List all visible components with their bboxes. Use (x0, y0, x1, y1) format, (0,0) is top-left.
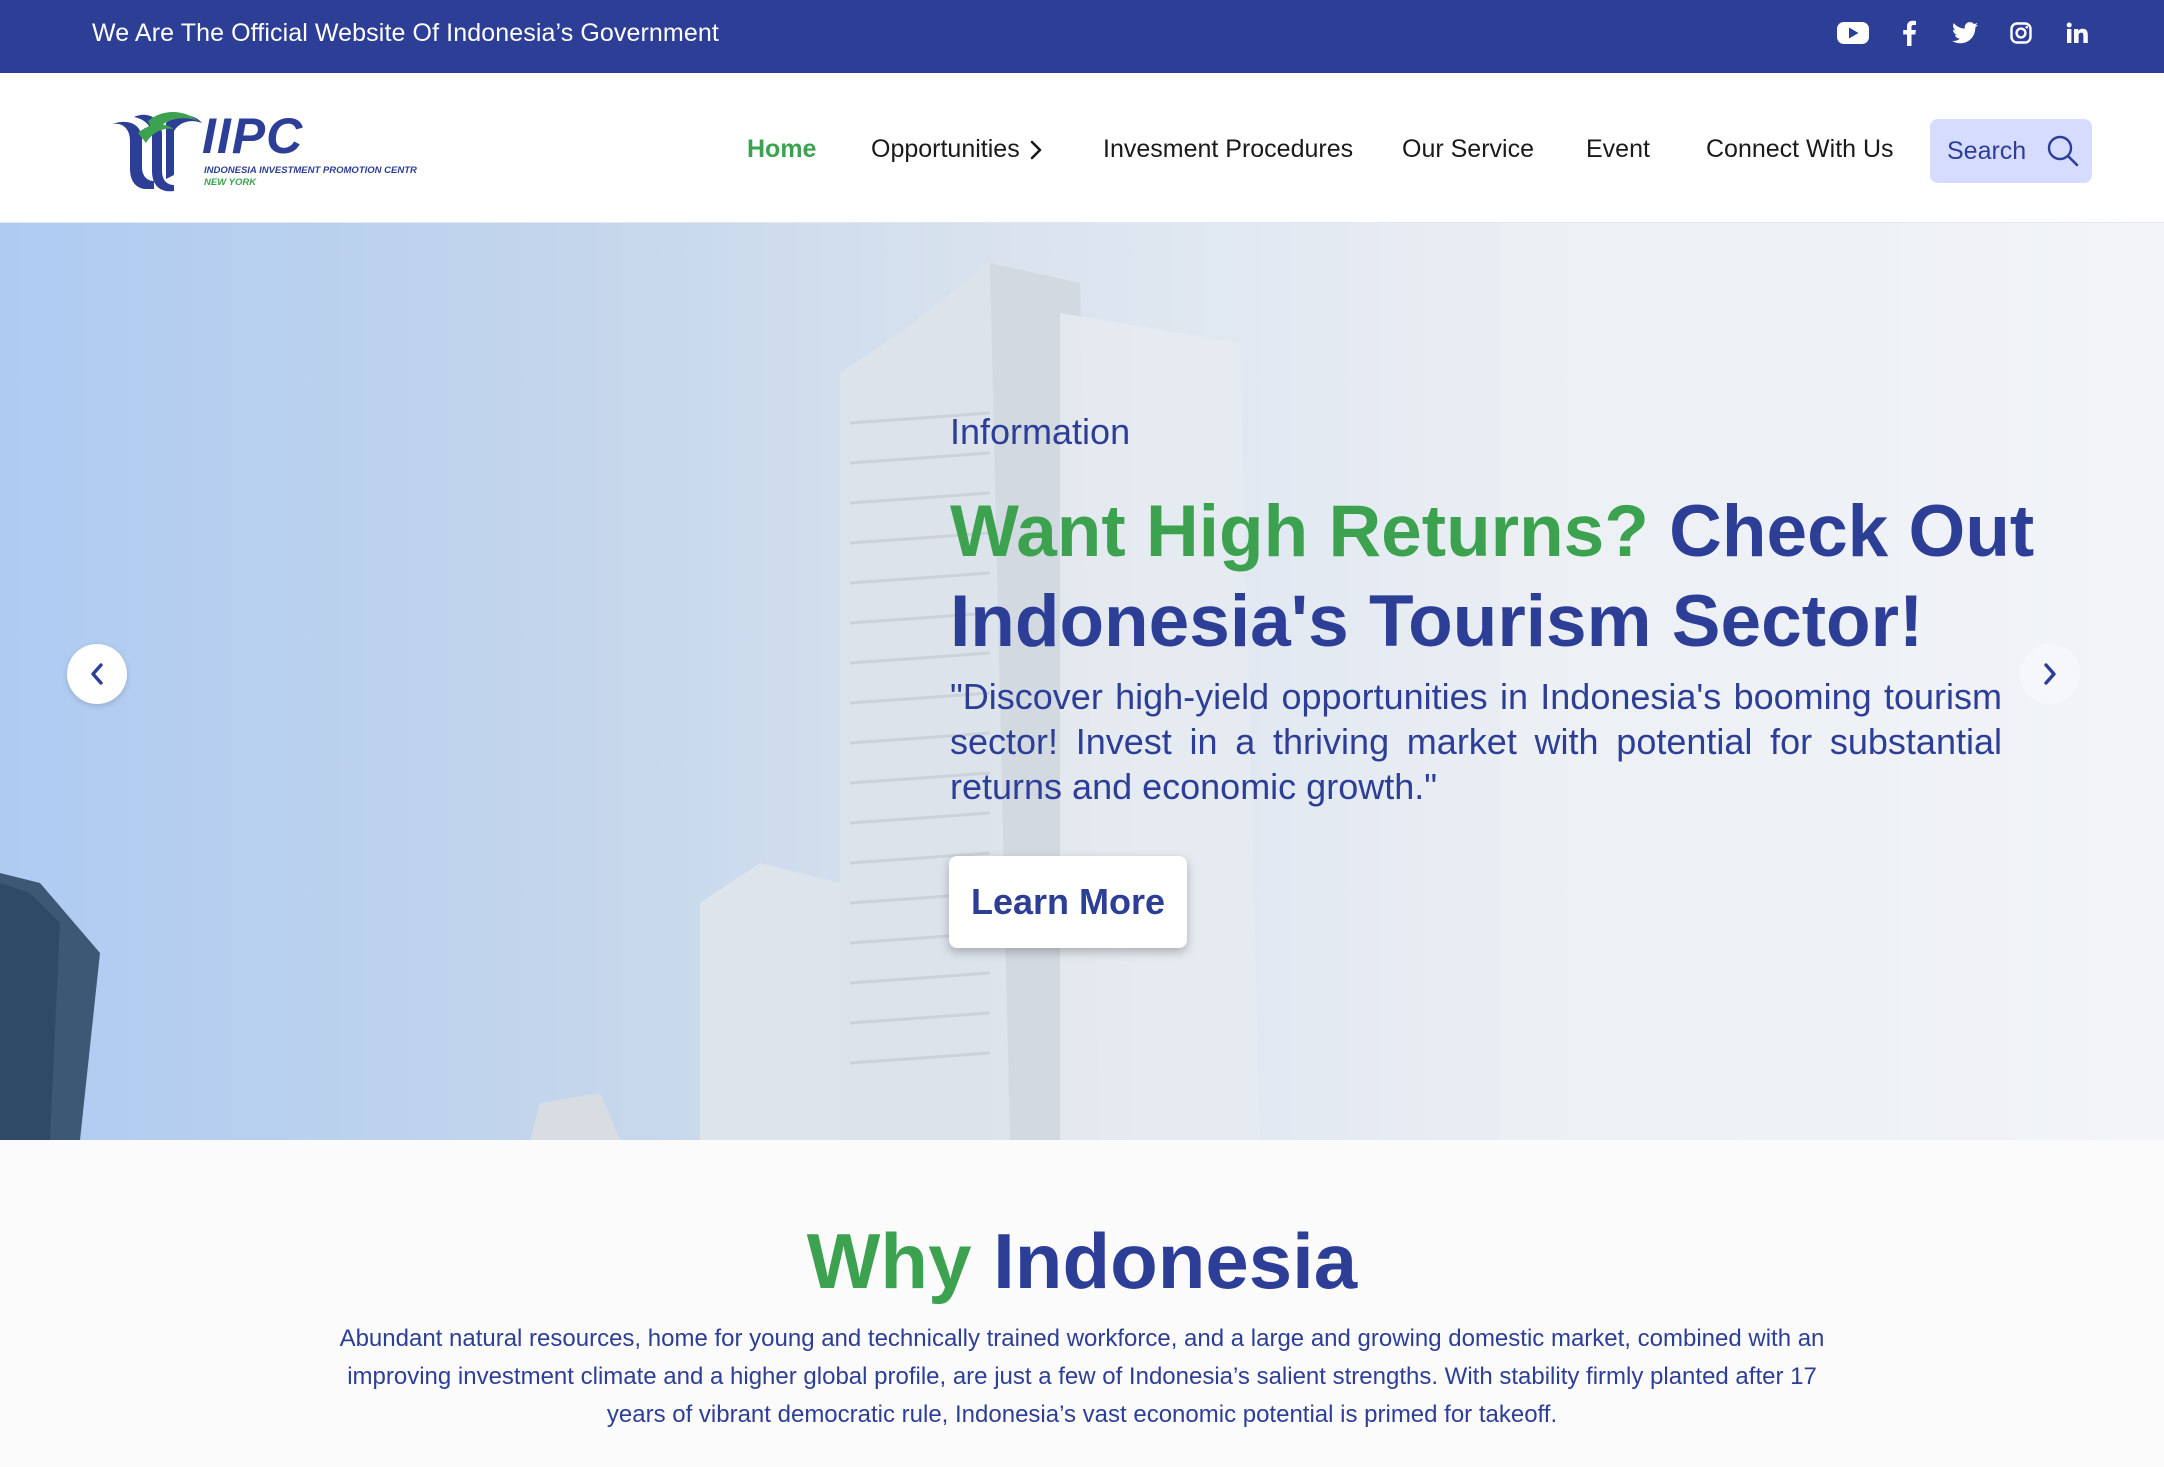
search-button[interactable]: Search (1930, 119, 2092, 183)
hero-carousel: Information Want High Returns? Check Out… (0, 223, 2164, 1140)
hero-title-green: Want High Returns? (950, 491, 1649, 572)
why-indonesia-section: Why Indonesia Abundant natural resources… (0, 1140, 2164, 1467)
nav-investment-procedures-label: Invesment Procedures (1103, 135, 1354, 163)
search-icon (2047, 135, 2079, 167)
chevron-left-icon (91, 663, 103, 685)
official-website-notice: We Are The Official Website Of Indonesia… (92, 19, 719, 47)
social-links (1836, 16, 2094, 50)
twitter-icon[interactable] (1948, 16, 1982, 50)
nav-opportunities-label: Opportunities (871, 135, 1020, 163)
youtube-icon[interactable] (1836, 16, 1870, 50)
facebook-icon[interactable] (1892, 16, 1926, 50)
nav-opportunities[interactable]: Opportunities (871, 135, 1042, 164)
nav-our-service-label: Our Service (1402, 135, 1534, 163)
instagram-icon[interactable] (2004, 16, 2038, 50)
hero-eyebrow: Information (950, 411, 1131, 452)
carousel-prev-button[interactable] (67, 644, 127, 704)
nav-connect-label: Connect With Us (1706, 135, 1894, 163)
top-bar: We Are The Official Website Of Indonesia… (0, 0, 2164, 73)
why-title-blue: Indonesia (993, 1217, 1358, 1305)
why-indonesia-text: Abundant natural resources, home for you… (339, 1325, 1825, 1428)
why-title-green: Why (806, 1217, 972, 1305)
chevron-right-icon (2044, 663, 2056, 685)
primary-nav: Home Opportunities Invesment Procedures … (0, 73, 2164, 223)
nav-event-label: Event (1586, 135, 1650, 163)
learn-more-button[interactable]: Learn More (949, 856, 1187, 948)
nav-home-label: Home (747, 135, 817, 163)
page: We Are The Official Website Of Indonesia… (0, 0, 2164, 1467)
hero-title: Want High Returns? Check Out Indonesia's… (950, 487, 2040, 667)
why-indonesia-title: Why Indonesia (0, 1216, 2164, 1307)
main-navbar: IIPC INDONESIA INVESTMENT PROMOTION CENT… (0, 73, 2164, 223)
nav-connect-with-us[interactable]: Connect With Us (1706, 135, 1894, 164)
nav-home[interactable]: Home (747, 135, 816, 164)
nav-investment-procedures[interactable]: Invesment Procedures (1103, 135, 1353, 164)
hero-description: "Discover high-yield opportunities in In… (950, 676, 2002, 807)
search-label: Search (1947, 136, 2027, 165)
nav-event[interactable]: Event (1586, 135, 1650, 164)
chevron-right-icon (1030, 140, 1042, 159)
nav-our-service[interactable]: Our Service (1402, 135, 1534, 164)
linkedin-icon[interactable] (2060, 16, 2094, 50)
